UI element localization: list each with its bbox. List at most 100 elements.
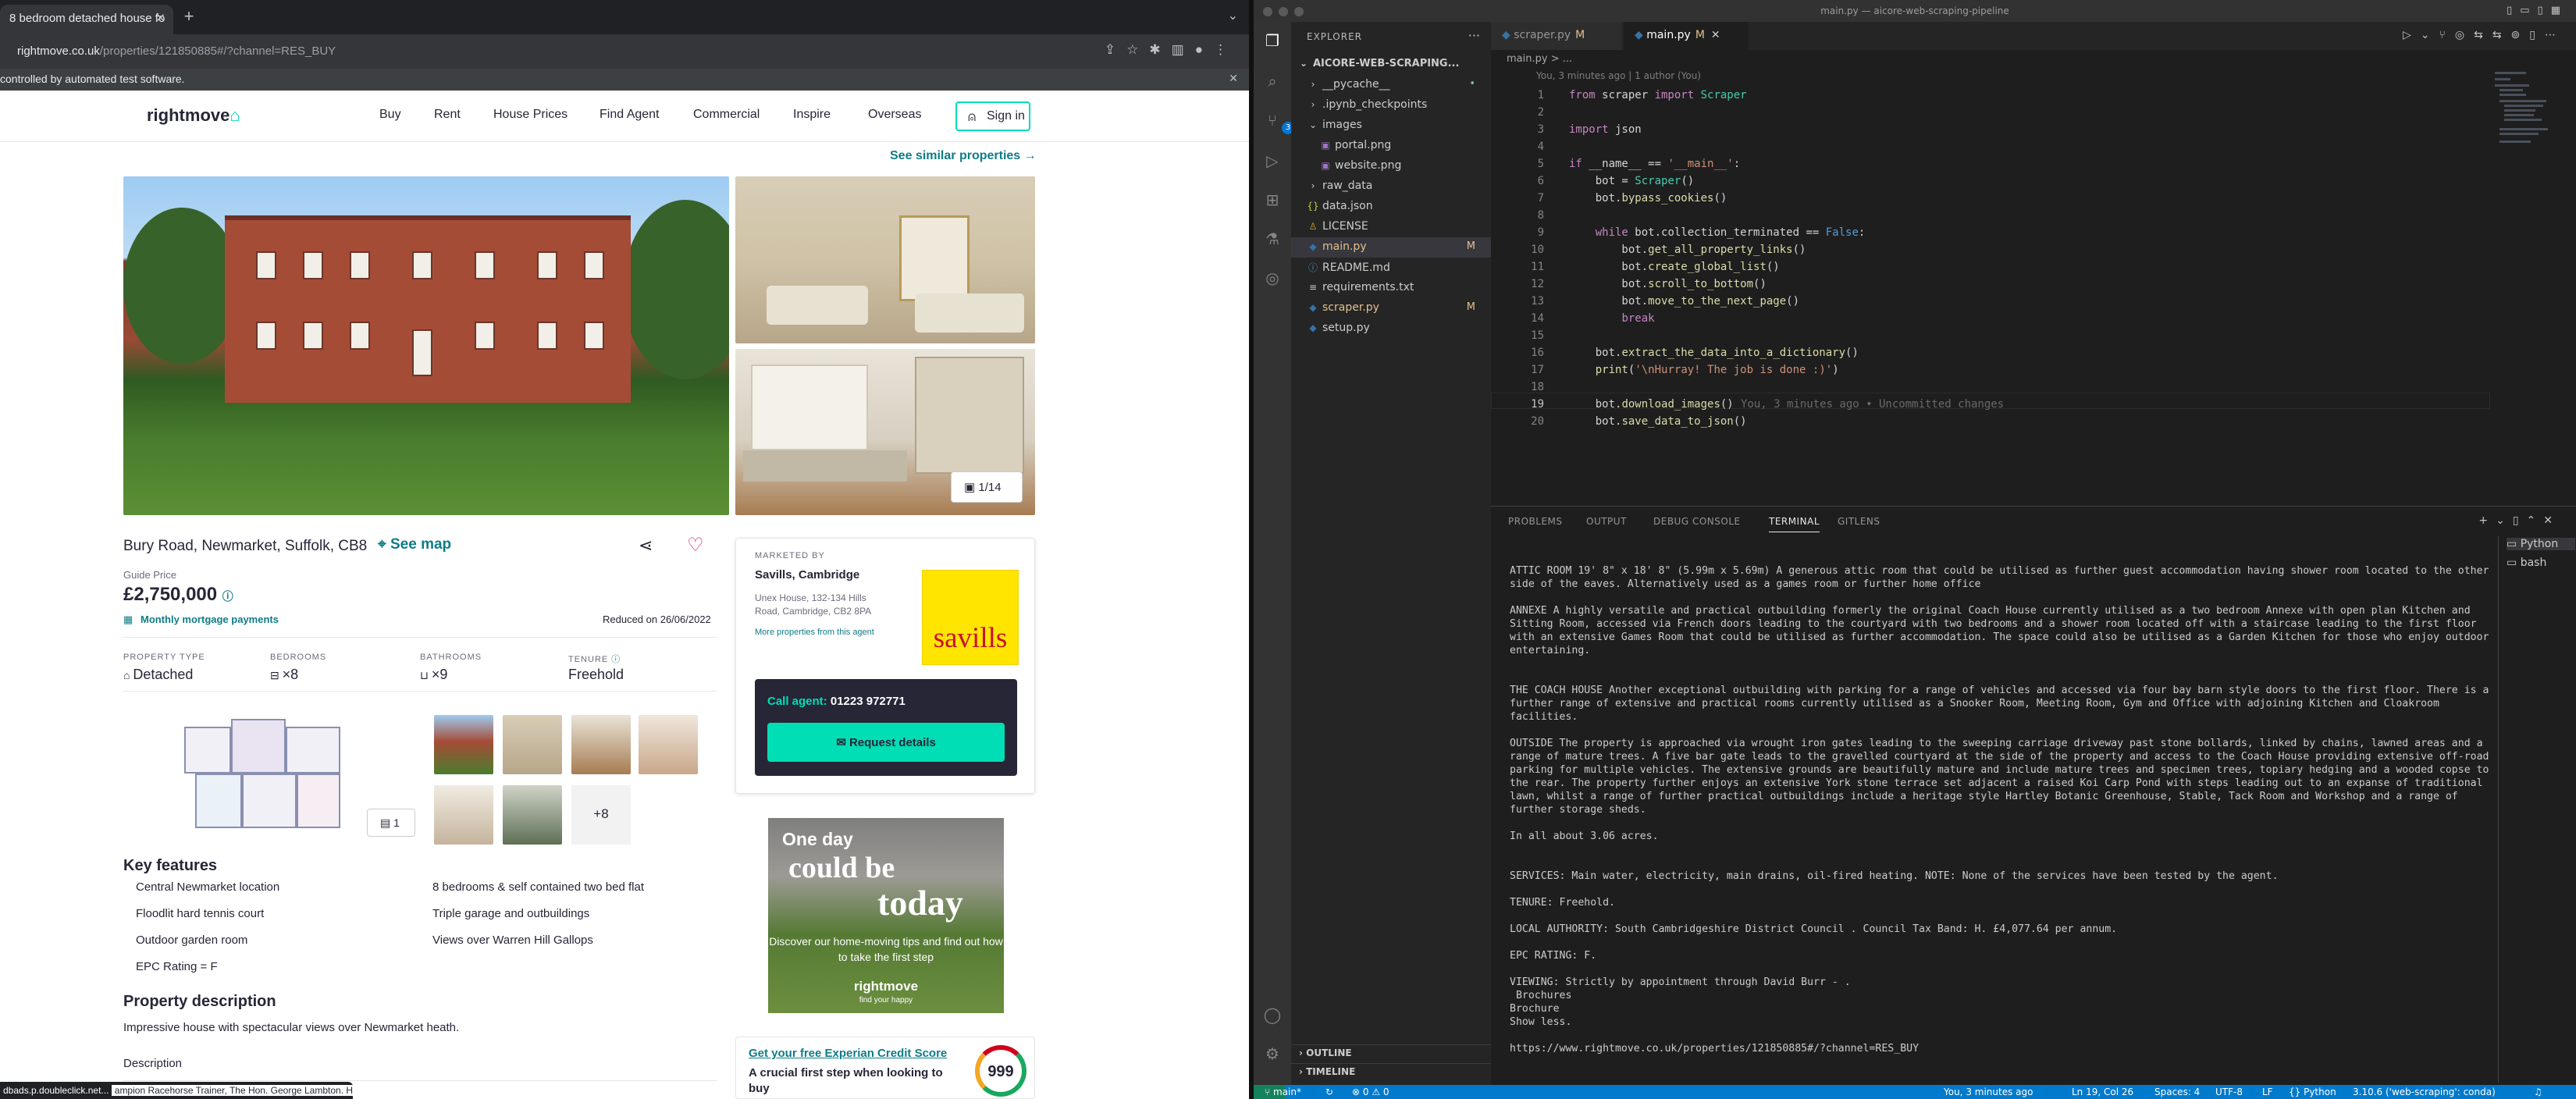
panel-actions[interactable]: +⌄▯⌃✕ xyxy=(2478,514,2560,527)
file-item[interactable]: ⌄ images xyxy=(1291,116,1491,136)
language-mode[interactable]: {} Python xyxy=(2289,1087,2336,1097)
file-item[interactable]: ♙ LICENSE xyxy=(1291,217,1491,237)
testing-icon[interactable]: ⚗ xyxy=(1263,229,1282,248)
nav-inspire[interactable]: Inspire xyxy=(793,108,831,122)
gitlens-icon[interactable]: ◎ xyxy=(1263,269,1282,287)
file-item[interactable]: › __pycache__ • xyxy=(1291,75,1491,95)
terminal-python[interactable]: ▭ Python xyxy=(2507,538,2575,550)
main-photo[interactable] xyxy=(123,176,729,515)
root-folder[interactable]: ⌄ AICORE-WEB-SCRAPING... xyxy=(1291,55,1491,75)
experian-link[interactable]: Get your free Experian Credit Score xyxy=(749,1047,947,1060)
thumbnail-garden[interactable] xyxy=(503,785,562,845)
panel-tab-debug-console[interactable]: DEBUG CONSOLE xyxy=(1653,516,1741,527)
python-interpreter[interactable]: 3.10.6 ('web-scraping': conda) xyxy=(2353,1087,2496,1097)
thumbnail-kitchen[interactable] xyxy=(571,715,631,774)
tenure-info-icon[interactable]: ⓘ xyxy=(611,655,621,664)
sidepanel-icon[interactable]: ▥ xyxy=(1172,42,1195,57)
panel-tab-gitlens[interactable]: GITLENS xyxy=(1838,516,1880,527)
close-window-icon[interactable] xyxy=(1263,7,1272,16)
panel-tab-problems[interactable]: PROBLEMS xyxy=(1508,516,1563,527)
file-item[interactable]: {} data.json xyxy=(1291,197,1491,217)
file-item[interactable]: ◆ setup.py xyxy=(1291,318,1491,339)
more-photos-button[interactable]: +8 xyxy=(571,785,631,845)
thumbnail-dining[interactable] xyxy=(639,715,698,774)
file-item-selected[interactable]: ◆ main.py M xyxy=(1291,237,1491,258)
menu-icon[interactable]: ⋮ xyxy=(1214,42,1238,57)
advert-banner[interactable]: One day could be today Discover our home… xyxy=(768,818,1004,1013)
terminal-bash[interactable]: ▭ bash xyxy=(2507,557,2546,569)
see-map-link[interactable]: ⌖ See map xyxy=(378,536,451,553)
git-branch[interactable]: ⑂ main* xyxy=(1265,1087,1301,1097)
close-tab-icon[interactable]: ✕ xyxy=(1711,29,1720,41)
floorplan-count[interactable]: ▤ 1 xyxy=(367,809,415,837)
rightmove-logo[interactable]: rightmove⌂ xyxy=(147,105,240,126)
floorplan-image[interactable] xyxy=(180,711,359,836)
editor-actions[interactable]: ▷⌄⑂◎⇆⇆⊚▯⋯ xyxy=(2403,29,2565,41)
file-item[interactable]: ▣ portal.png xyxy=(1291,136,1491,156)
sign-in-button[interactable]: ⍝ Sign in xyxy=(955,101,1030,131)
run-debug-icon[interactable]: ▷ xyxy=(1263,151,1282,170)
encoding[interactable]: UTF-8 xyxy=(2215,1087,2243,1097)
save-heart-icon[interactable]: ♡ xyxy=(687,534,704,557)
nav-overseas[interactable]: Overseas xyxy=(868,108,921,122)
notifications-icon[interactable]: ♫ xyxy=(2534,1087,2542,1097)
living-room-photo[interactable] xyxy=(735,176,1035,343)
nav-house-prices[interactable]: House Prices xyxy=(493,108,568,122)
nav-buy[interactable]: Buy xyxy=(379,108,401,122)
indentation[interactable]: Spaces: 4 xyxy=(2154,1087,2200,1097)
request-details-button[interactable]: ✉ Request details xyxy=(767,723,1005,762)
layout-icons[interactable]: ▯▭▯▦ xyxy=(2507,5,2568,16)
minimize-window-icon[interactable] xyxy=(1279,7,1288,16)
tab-search-icon[interactable]: ⌄ xyxy=(1228,8,1238,23)
terminal-output[interactable]: ATTIC ROOM 19' 8" x 18' 8" (5.99m x 5.69… xyxy=(1510,564,2501,1055)
status-blame[interactable]: You, 3 minutes ago xyxy=(1944,1087,2033,1097)
panel-tab-terminal[interactable]: TERMINAL xyxy=(1769,516,1820,532)
photo-counter[interactable]: ▣ 1/14 xyxy=(951,471,1023,503)
nav-find-agent[interactable]: Find Agent xyxy=(600,108,660,122)
thumbnail-bedroom[interactable] xyxy=(434,785,493,845)
mortgage-link[interactable]: Monthly mortgage payments xyxy=(141,614,279,625)
search-icon[interactable]: ⌕ xyxy=(1263,72,1282,91)
thumbnail-exterior[interactable] xyxy=(434,715,493,774)
maximize-window-icon[interactable] xyxy=(1294,7,1304,16)
timeline-section[interactable]: › TIMELINE xyxy=(1291,1063,1491,1080)
more-actions-icon[interactable]: ··· xyxy=(1468,28,1480,43)
settings-gear-icon[interactable]: ⚙ xyxy=(1263,1044,1282,1063)
nav-rent[interactable]: Rent xyxy=(434,108,461,122)
bookmark-star-icon[interactable]: ☆ xyxy=(1126,42,1149,57)
outline-section[interactable]: › OUTLINE xyxy=(1291,1044,1491,1062)
thumbnail-living[interactable] xyxy=(503,715,562,774)
explorer-icon[interactable]: ❐ xyxy=(1263,31,1282,50)
close-infobar-icon[interactable]: ✕ xyxy=(1229,72,1238,85)
source-control-icon[interactable]: ⑂ 3 xyxy=(1263,111,1294,134)
file-item[interactable]: ◆ scraper.py M xyxy=(1291,298,1491,318)
agent-phone[interactable]: 01223 972771 xyxy=(831,695,906,708)
agent-more-link[interactable]: More properties from this agent xyxy=(755,628,874,637)
close-tab-icon[interactable]: ✕ xyxy=(155,11,165,25)
call-agent[interactable]: Call agent: 01223 972771 xyxy=(767,695,906,708)
new-tab-icon[interactable]: + xyxy=(178,6,200,27)
blame-header[interactable]: You, 3 minutes ago | 1 author (You) xyxy=(1536,70,1701,81)
file-item[interactable]: › .ipynb_checkpoints xyxy=(1291,95,1491,116)
file-item[interactable]: ≡ requirements.txt xyxy=(1291,278,1491,298)
share-icon[interactable]: ⇪ xyxy=(1105,42,1126,57)
accounts-icon[interactable]: ◯ xyxy=(1263,1005,1282,1024)
file-item[interactable]: › raw_data xyxy=(1291,176,1491,197)
address-bar[interactable]: rightmove.co.uk/properties/121850885#/?c… xyxy=(0,34,1249,69)
extensions-icon[interactable]: ⊞ xyxy=(1263,190,1282,209)
sync-icon[interactable]: ↻ xyxy=(1325,1087,1333,1097)
file-item[interactable]: ▣ website.png xyxy=(1291,156,1491,176)
cursor-position[interactable]: Ln 19, Col 26 xyxy=(2072,1087,2133,1097)
savills-logo[interactable]: savills xyxy=(922,570,1019,665)
panel-tab-output[interactable]: OUTPUT xyxy=(1586,516,1627,527)
url-text[interactable]: rightmove.co.uk/properties/121850885#/?c… xyxy=(17,41,336,62)
info-icon[interactable]: ⓘ xyxy=(222,590,233,603)
file-item[interactable]: ⓘ README.md xyxy=(1291,258,1491,278)
tab-main-py[interactable]: ◆ main.py M ✕ xyxy=(1624,22,1749,50)
problems-count[interactable]: ⊗ 0 ⚠ 0 xyxy=(1352,1087,1389,1097)
see-similar-link[interactable]: See similar properties → xyxy=(890,149,1037,163)
breadcrumb[interactable]: main.py > ... xyxy=(1491,50,2576,69)
profile-icon[interactable]: ● xyxy=(1195,42,1214,57)
line-ending[interactable]: LF xyxy=(2262,1087,2273,1097)
code-editor[interactable]: 1 2 3 4 5 6 7 8 9 10 11 12 13 14 15 16 1… xyxy=(1491,81,2490,518)
